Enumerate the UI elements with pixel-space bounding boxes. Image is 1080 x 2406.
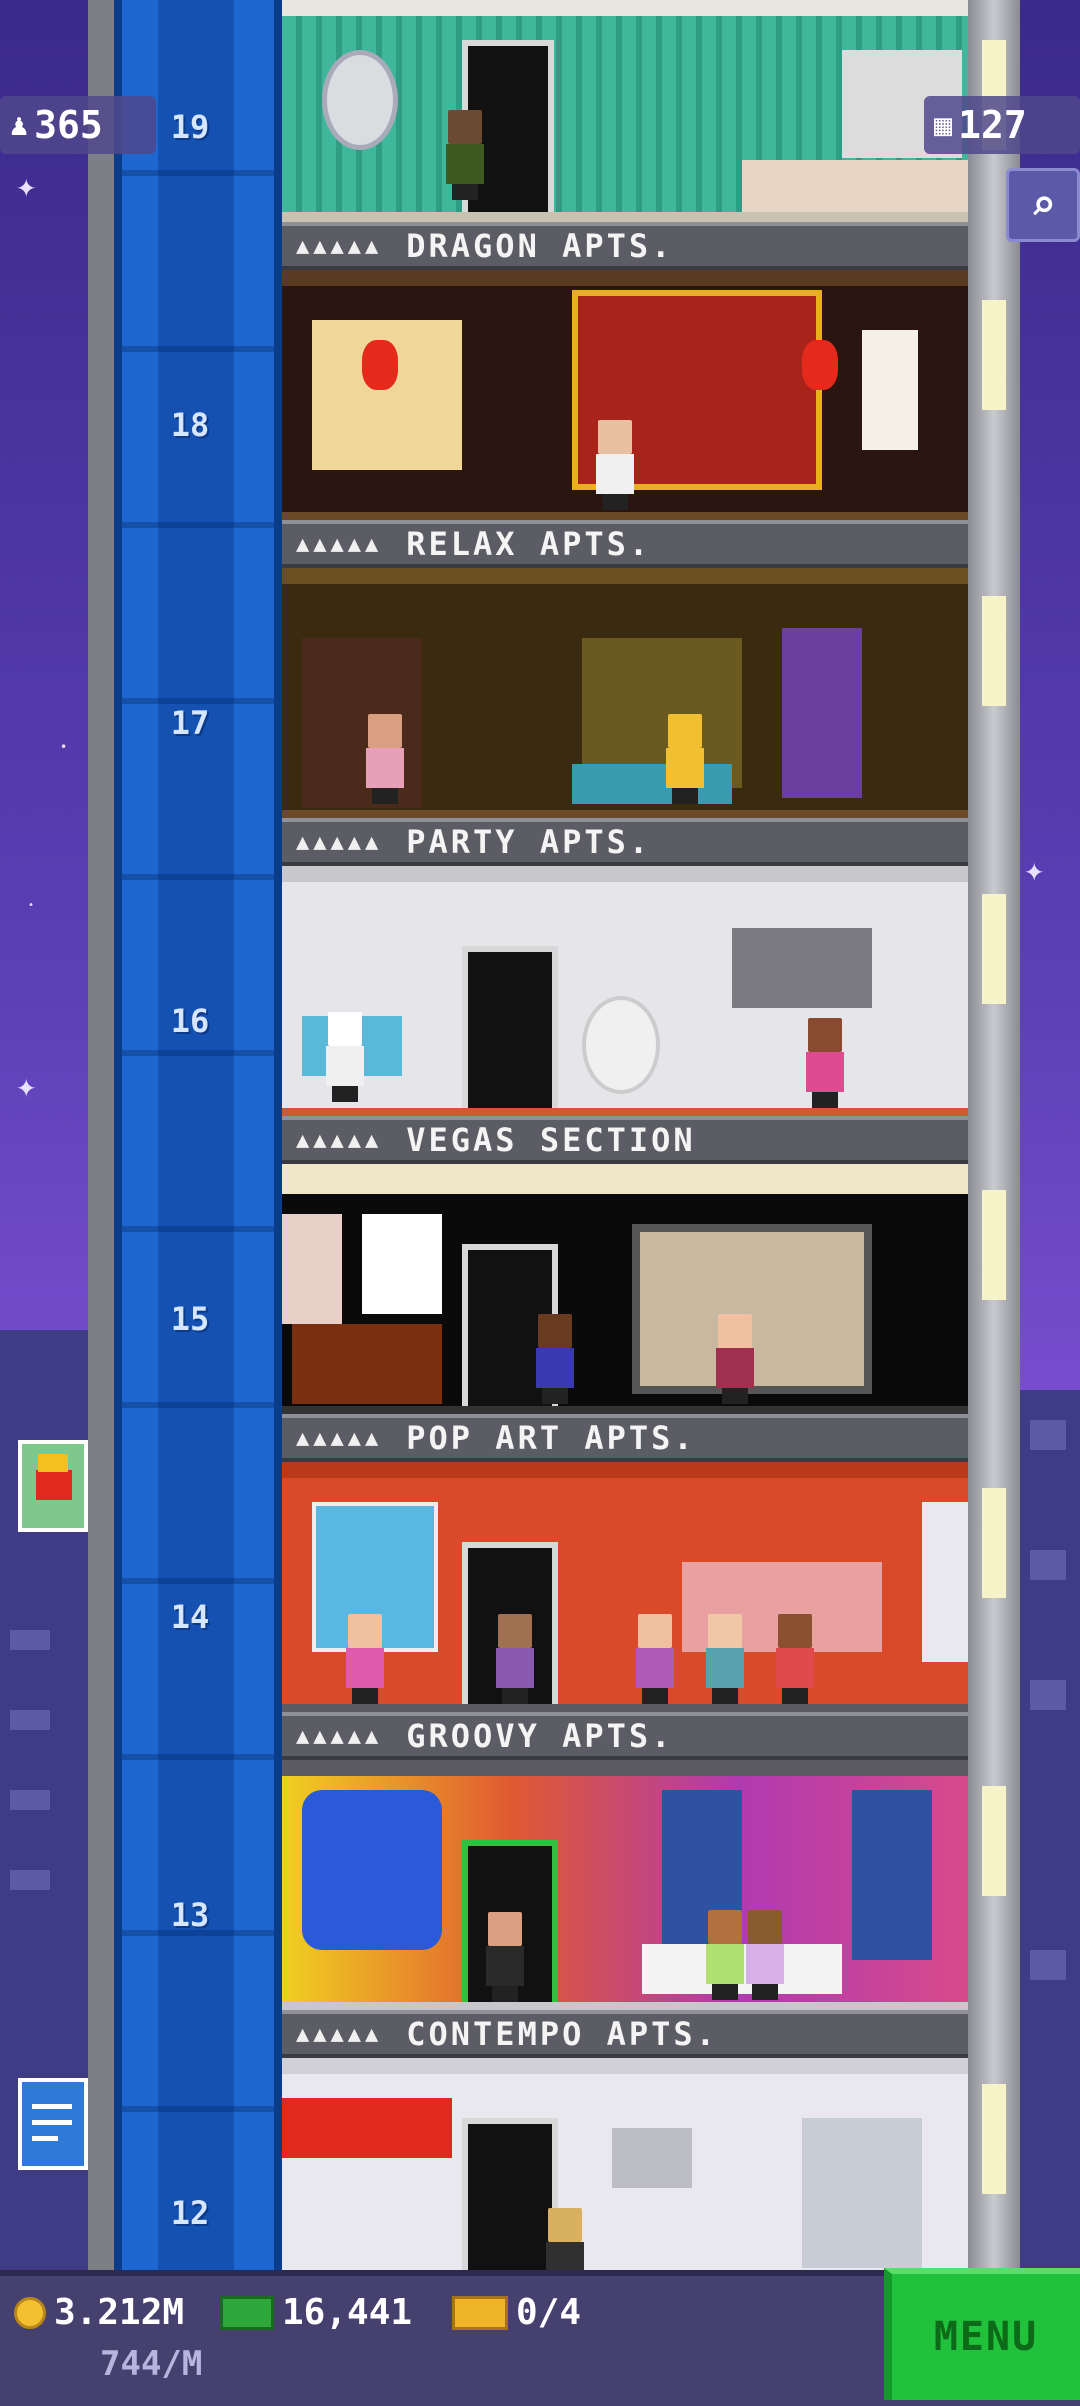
floor-number: 13 <box>170 1896 210 1934</box>
resident[interactable] <box>802 1018 848 1108</box>
bux-display[interactable]: 16,441 <box>220 2292 412 2333</box>
bux-icon <box>220 2295 274 2330</box>
star-icon: ✦ <box>16 1066 37 1106</box>
resident[interactable] <box>532 1314 578 1404</box>
coins-display[interactable]: 3.212M <box>14 2292 184 2333</box>
star-icon: • <box>60 740 68 754</box>
search-button[interactable]: ⌕ <box>1006 168 1080 242</box>
star-rating: ▲▲▲▲▲ <box>296 1723 383 1749</box>
population-value: 365 <box>34 103 103 147</box>
fries-icon[interactable] <box>18 1440 88 1532</box>
floor-name: VEGAS SECTION <box>406 1121 696 1159</box>
resident[interactable] <box>362 714 408 804</box>
income-value: 744/M <box>100 2344 203 2384</box>
floor-12[interactable] <box>282 2058 968 2270</box>
floor-number: 17 <box>170 704 210 742</box>
resident[interactable] <box>592 420 638 510</box>
building-icon: ▦ <box>934 107 953 143</box>
star-rating: ▲▲▲▲▲ <box>296 531 383 557</box>
tickets-display[interactable]: 0/4 <box>452 2292 581 2333</box>
floor-banner[interactable]: ▲▲▲▲▲ DRAGON APTS. <box>282 222 968 270</box>
resident[interactable] <box>542 2208 588 2270</box>
resident[interactable] <box>772 1614 818 1704</box>
tickets-value: 0/4 <box>516 2292 582 2333</box>
floor-banner[interactable]: ▲▲▲▲▲ GROOVY APTS. <box>282 1712 968 1760</box>
population-counter[interactable]: ♟ 365 <box>0 96 156 154</box>
resident[interactable] <box>702 1614 748 1704</box>
resident[interactable] <box>342 1614 388 1704</box>
apartment-door <box>462 946 558 1118</box>
floor-name: POP ART APTS. <box>406 1419 696 1457</box>
sofa <box>572 764 732 804</box>
star-rating: ▲▲▲▲▲ <box>296 1425 383 1451</box>
menu-button[interactable]: MENU <box>884 2268 1080 2400</box>
floor-17[interactable] <box>282 568 968 820</box>
resident[interactable] <box>442 110 488 200</box>
floor-number: 12 <box>170 2194 210 2232</box>
star-rating: ▲▲▲▲▲ <box>296 233 383 259</box>
floor-banner[interactable]: ▲▲▲▲▲ PARTY APTS. <box>282 818 968 866</box>
star-rating: ▲▲▲▲▲ <box>296 2021 383 2047</box>
floor-name: DRAGON APTS. <box>406 227 674 265</box>
floor-16[interactable] <box>282 866 968 1118</box>
star-icon: ✦ <box>16 166 37 206</box>
lantern <box>802 340 838 390</box>
floor-13[interactable] <box>282 1760 968 2012</box>
egg-chair <box>582 996 660 1094</box>
resident[interactable] <box>492 1614 538 1704</box>
resident[interactable] <box>742 1910 788 2000</box>
mirror <box>322 50 398 150</box>
floors-counter[interactable]: ▦ 127 <box>924 96 1080 154</box>
city-skyline-right <box>1020 1390 1080 2270</box>
star-icon: ✦ <box>1024 850 1045 890</box>
coins-value: 3.212M <box>54 2292 185 2333</box>
peace-sign-art <box>302 1790 442 1950</box>
floor-number: 16 <box>170 1002 210 1040</box>
sofa <box>292 1324 442 1404</box>
wall-art <box>612 2128 692 2188</box>
poster <box>922 1502 968 1662</box>
income-display: 744/M <box>100 2344 202 2384</box>
resident[interactable] <box>322 1012 368 1102</box>
union-jack-flag <box>852 1790 932 1960</box>
floor-banner[interactable]: ▲▲▲▲▲ VEGAS SECTION <box>282 1116 968 1164</box>
floor-14[interactable] <box>282 1462 968 1714</box>
star-icon: • <box>28 900 35 911</box>
floor-15[interactable] <box>282 1164 968 1416</box>
floor-18[interactable] <box>282 270 968 522</box>
tv-screen <box>732 928 872 1008</box>
red-panel <box>282 2098 452 2158</box>
scroll <box>862 330 918 450</box>
floor-name: PARTY APTS. <box>406 823 652 861</box>
window <box>782 628 862 798</box>
floor-number: 15 <box>170 1300 210 1338</box>
bux-value: 16,441 <box>282 2292 413 2333</box>
resident[interactable] <box>482 1912 528 2002</box>
floor-19[interactable] <box>282 0 968 222</box>
poster <box>362 1214 442 1314</box>
poster <box>282 1214 342 1324</box>
news-icon[interactable] <box>18 2078 88 2170</box>
floor-banner[interactable]: ▲▲▲▲▲ RELAX APTS. <box>282 520 968 568</box>
floor-name: RELAX APTS. <box>406 525 652 563</box>
person-icon: ♟ <box>10 107 29 143</box>
floor-number: 14 <box>170 1598 210 1636</box>
floor-name: CONTEMPO APTS. <box>406 2015 718 2053</box>
floor-number: 18 <box>170 406 210 444</box>
floor-banner[interactable]: ▲▲▲▲▲ POP ART APTS. <box>282 1414 968 1462</box>
star-rating: ▲▲▲▲▲ <box>296 1127 383 1153</box>
resident[interactable] <box>632 1614 678 1704</box>
resident[interactable] <box>712 1314 758 1404</box>
lantern <box>362 340 398 390</box>
floor-name: GROOVY APTS. <box>406 1717 674 1755</box>
magnifier-icon: ⌕ <box>1029 179 1057 231</box>
shelf <box>802 2118 922 2268</box>
star-rating: ▲▲▲▲▲ <box>296 829 383 855</box>
floors-value: 127 <box>958 103 1027 147</box>
resident[interactable] <box>662 714 708 804</box>
floor-banner[interactable]: ▲▲▲▲▲ CONTEMPO APTS. <box>282 2010 968 2058</box>
tower-right-column <box>968 0 1020 2270</box>
coin-icon <box>14 2296 46 2329</box>
ticket-icon <box>452 2295 508 2330</box>
